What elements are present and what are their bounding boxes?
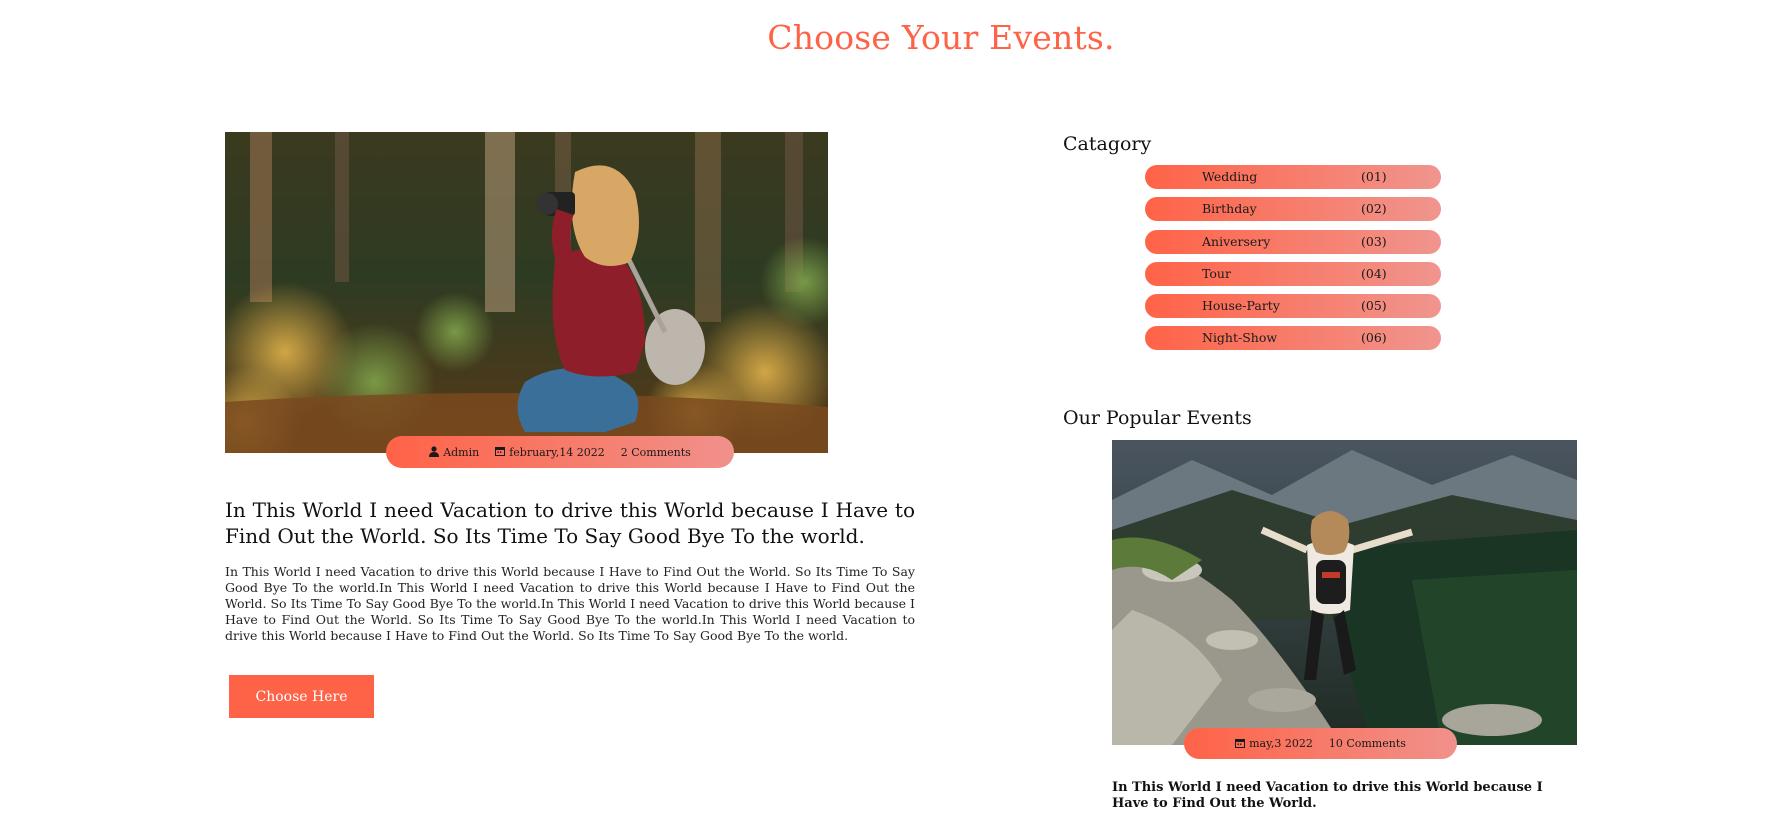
category-name: Wedding (1202, 169, 1258, 184)
popular-meta-date: may,3 2022 (1235, 737, 1313, 750)
meta-comments[interactable]: 2 Comments (621, 446, 691, 459)
category-name: Tour (1202, 265, 1231, 281)
category-name: Aniversery (1202, 233, 1271, 249)
category-count: (02) (1361, 201, 1387, 217)
user-icon (429, 445, 440, 459)
meta-date: february,14 2022 (495, 446, 605, 459)
category-title: Catagory (1063, 133, 1152, 155)
mountain-hiker-illustration (1112, 440, 1577, 745)
category-item-aniversery[interactable]: Aniversery (03) (1145, 229, 1441, 254)
category-item-night-show[interactable]: Night-Show (06) (1145, 326, 1441, 351)
popular-post-meta: may,3 2022 10 Comments (1184, 728, 1457, 759)
popular-post-heading[interactable]: In This World I need Vacation to drive t… (1112, 780, 1582, 812)
popular-meta-comments[interactable]: 10 Comments (1329, 737, 1406, 750)
category-count: (01) (1361, 169, 1387, 184)
calendar-icon (495, 446, 506, 458)
meta-author-text: Admin (443, 445, 480, 459)
meta-date-text: february,14 2022 (509, 445, 605, 459)
popular-events-title: Our Popular Events (1063, 407, 1252, 429)
category-item-wedding[interactable]: Wedding (01) (1145, 165, 1441, 189)
meta-author[interactable]: Admin (429, 446, 479, 459)
main-post-image[interactable] (225, 132, 828, 453)
popular-post-image[interactable] (1112, 440, 1577, 745)
category-count: (03) (1361, 233, 1387, 249)
page-title: Choose Your Events. (767, 18, 1115, 57)
category-count: (04) (1361, 265, 1387, 281)
main-post-heading[interactable]: In This World I need Vacation to drive t… (225, 497, 915, 549)
popular-meta-date-text: may,3 2022 (1249, 737, 1313, 750)
category-count: (06) (1361, 330, 1387, 346)
category-name: Night-Show (1202, 330, 1278, 346)
main-post-meta: Admin february,14 2022 2 Comments (386, 436, 734, 468)
category-name: Birthday (1202, 201, 1257, 217)
category-item-house-party[interactable]: House-Party (05) (1145, 294, 1441, 319)
category-count: (05) (1361, 298, 1387, 314)
main-post-body: In This World I need Vacation to drive t… (225, 564, 915, 643)
events-page: Choose Your Events. Admin february,14 20… (0, 0, 1772, 827)
category-item-tour[interactable]: Tour (04) (1145, 261, 1441, 286)
category-item-birthday[interactable]: Birthday (02) (1145, 197, 1441, 222)
category-name: House-Party (1202, 298, 1280, 314)
choose-here-button[interactable]: Choose Here (229, 675, 374, 718)
calendar-icon (1235, 738, 1246, 750)
category-list: Wedding (01) Birthday (02) Aniversery (0… (1145, 165, 1441, 359)
forest-photographer-illustration (225, 132, 828, 453)
